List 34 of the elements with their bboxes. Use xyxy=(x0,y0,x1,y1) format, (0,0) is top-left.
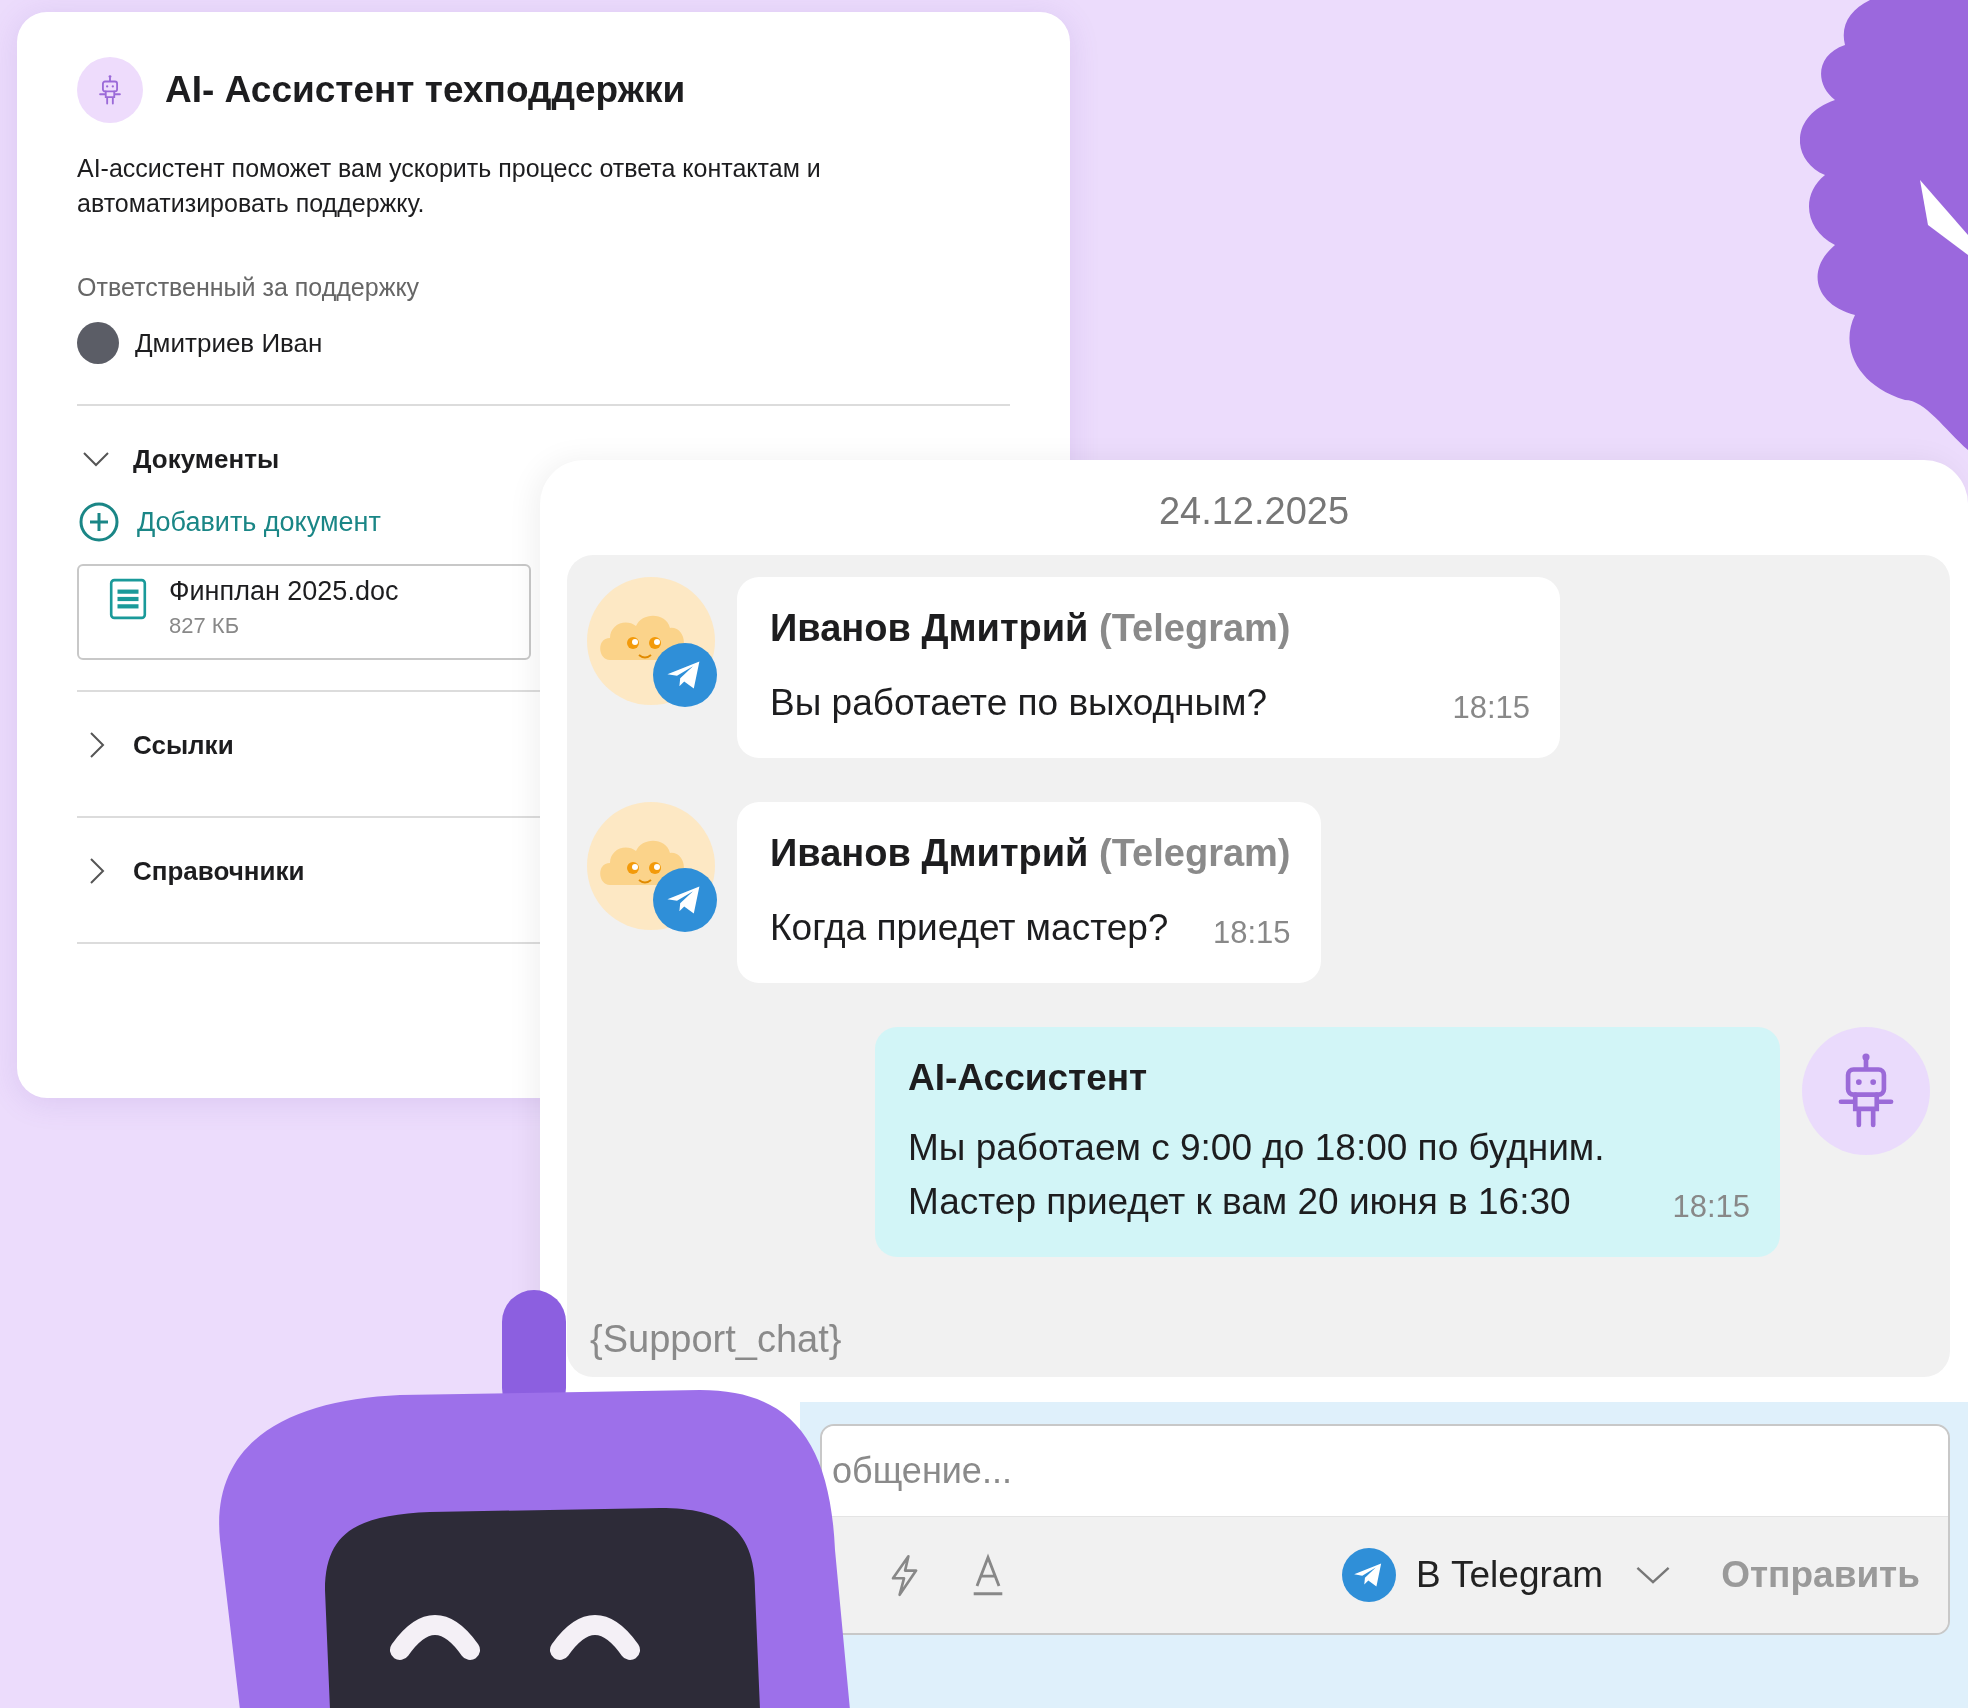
message-author: Иванов Дмитрий (Telegram) xyxy=(770,607,1292,650)
document-icon xyxy=(109,578,147,620)
section-title: Справочники xyxy=(133,855,305,887)
file-name: Финплан 2025.doc xyxy=(169,576,399,607)
card-title: AI- Ассистент техподдержки xyxy=(165,69,686,111)
section-header[interactable]: Справочники xyxy=(81,840,305,902)
message-input[interactable]: общение... xyxy=(822,1426,1948,1517)
section-header[interactable]: Документы xyxy=(81,428,280,490)
avatar xyxy=(77,322,119,364)
plus-circle-icon xyxy=(79,502,119,542)
date-label: 24.12.2025 xyxy=(1157,489,1351,534)
paper-plane-icon xyxy=(653,643,717,707)
file-card[interactable]: Финплан 2025.doc 827 КБ xyxy=(77,564,531,660)
file-size: 827 КБ xyxy=(169,613,241,639)
text-format-icon[interactable] xyxy=(971,1553,1005,1597)
message-time: 18:15 xyxy=(1212,915,1291,952)
message-author: Иванов Дмитрий (Telegram) xyxy=(770,832,1291,875)
message-time: 18:15 xyxy=(1672,1189,1750,1226)
paper-plane-icon xyxy=(1342,1548,1397,1602)
chat-tag: {Support_chat} xyxy=(590,1318,1930,1361)
section-title: Документы xyxy=(133,443,280,475)
message-text: Когда приедет мастер? xyxy=(770,906,1169,950)
paper-plane-icon xyxy=(653,868,717,932)
responsible-name: Дмитриев Иван xyxy=(135,327,323,359)
message-time: 18:15 xyxy=(1452,690,1530,727)
message-text: Вы работаете по выходным? xyxy=(770,681,1268,725)
add-document-link[interactable]: Добавить документ xyxy=(79,502,381,542)
responsible-label: Ответственный за поддержку xyxy=(77,273,421,302)
card-description: AI-ассистент поможет вам ускорить процесс ответа контактам и автоматизировать поддержку. xyxy=(77,153,822,219)
message-author: AI-Ассистент xyxy=(908,1057,1149,1099)
channel-selector[interactable]: В Telegram xyxy=(1342,1548,1672,1602)
section-title: Ссылки xyxy=(133,729,234,761)
message-text: Мы работаем с 9:00 до 18:00 по будним. Мастер приедет к вам 20 июня в 16:30 xyxy=(908,1126,1605,1224)
section-header[interactable]: Ссылки xyxy=(81,714,234,776)
